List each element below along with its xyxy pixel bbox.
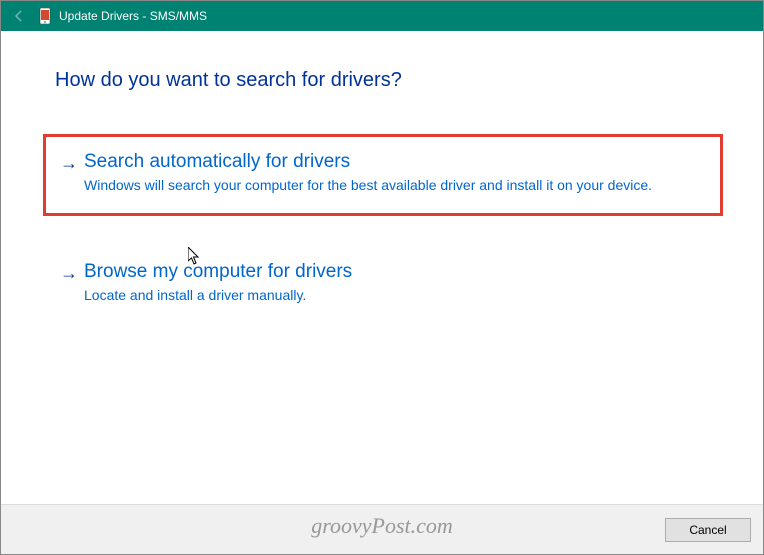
page-heading: How do you want to search for drivers? (55, 69, 723, 92)
option-title: Browse my computer for drivers (84, 261, 704, 283)
dialog-footer: Cancel (1, 504, 763, 554)
option-description: Locate and install a driver manually. (84, 286, 704, 305)
option-browse-computer[interactable]: → Browse my computer for drivers Locate … (43, 244, 723, 326)
dialog-content: How do you want to search for drivers? →… (1, 31, 763, 505)
titlebar: Update Drivers - SMS/MMS (1, 1, 763, 31)
window-title: Update Drivers - SMS/MMS (59, 9, 755, 23)
cancel-button[interactable]: Cancel (665, 518, 751, 542)
device-icon (37, 8, 53, 24)
arrow-right-icon: → (60, 263, 80, 305)
option-description: Windows will search your computer for th… (84, 176, 704, 195)
option-search-automatically[interactable]: → Search automatically for drivers Windo… (43, 134, 723, 216)
option-title: Search automatically for drivers (84, 151, 704, 173)
arrow-right-icon: → (60, 153, 80, 195)
back-arrow-icon[interactable] (9, 6, 29, 26)
